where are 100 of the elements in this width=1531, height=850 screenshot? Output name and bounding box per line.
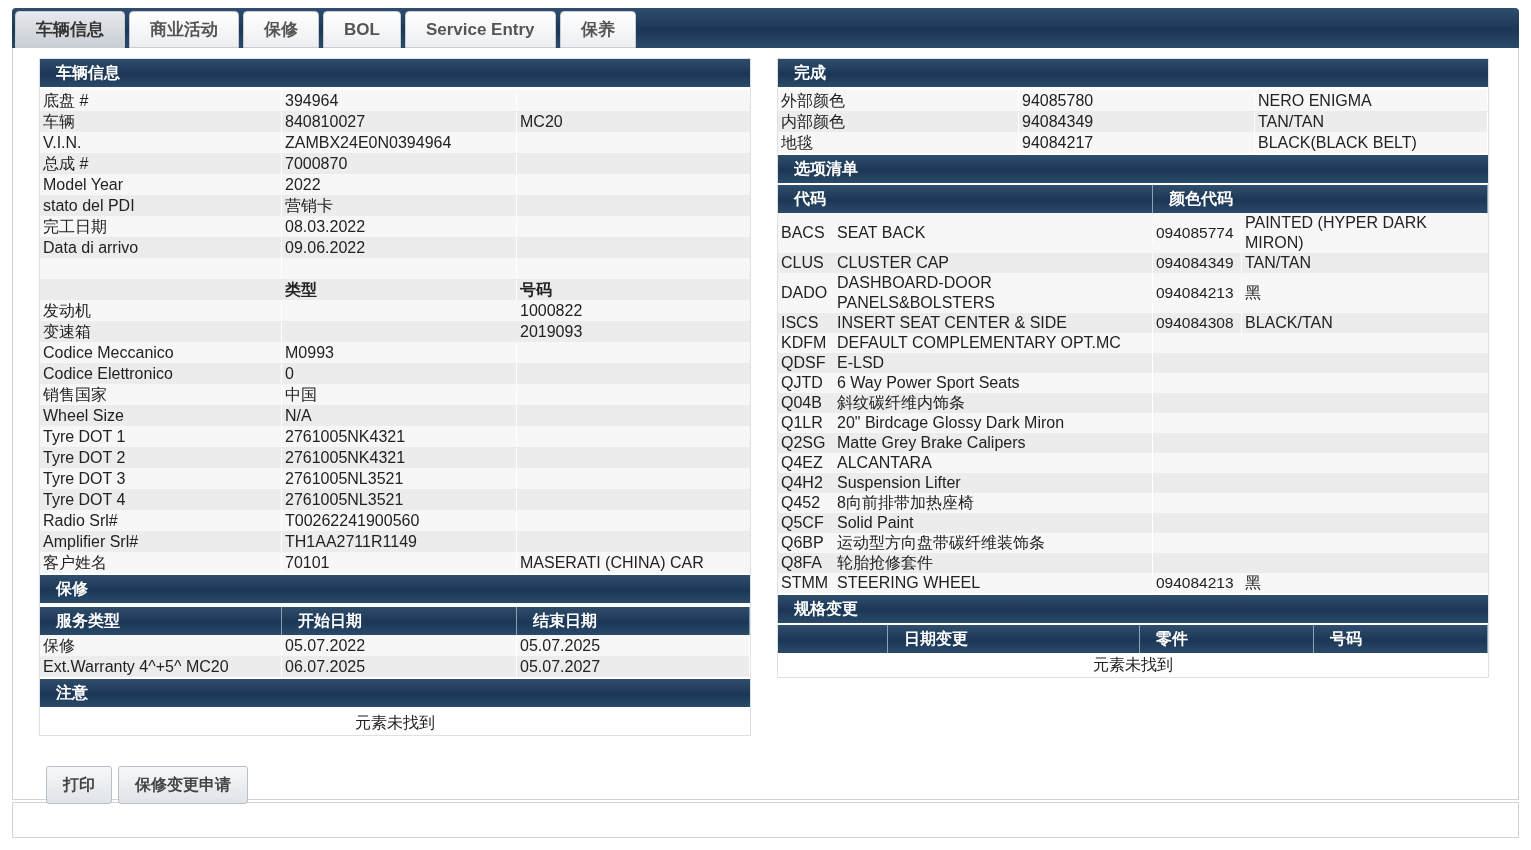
table-cell-text: Q6BP <box>780 533 825 553</box>
table-cell: 06.07.2025 <box>282 656 517 677</box>
table-cell: 销售国家 <box>40 384 282 405</box>
table-cell: 变速箱 <box>40 321 282 342</box>
table-cell: 94084217 <box>1019 132 1255 153</box>
table-cell: 0 <box>282 363 517 384</box>
table-cell-text: MC20 <box>519 111 564 132</box>
column-header: 日期变更 <box>888 625 1140 653</box>
table-cell-text: TAN/TAN <box>1244 253 1313 273</box>
table-cell: Codice Meccanico <box>40 342 282 363</box>
table-cell: Amplifier Srl# <box>40 531 282 552</box>
table-cell: 2761005NL3521 <box>282 489 517 510</box>
table-cell: 05.07.2027 <box>517 656 750 677</box>
table-cell-text: 2019093 <box>519 321 584 342</box>
table-cell: 车辆 <box>40 111 282 132</box>
table-cell: 外部颜色 <box>778 90 1019 111</box>
column-header: 零件 <box>1140 625 1314 653</box>
table-cell: 09.06.2022 <box>282 237 517 258</box>
table-cell-text: Q04B <box>780 393 823 413</box>
table-cell-text: BACS <box>780 223 826 243</box>
table-cell-text: 黑 <box>1244 573 1262 593</box>
table-cell: TH1AA2711R1149 <box>282 531 517 552</box>
table-cell: 094084213 <box>1153 573 1242 593</box>
table-cell-text: Q4H2 <box>780 473 824 493</box>
tab[interactable]: 车辆信息 <box>15 11 125 48</box>
table-cell: 营销卡 <box>282 195 517 216</box>
table-cell: Ext.Warranty 4^+5^ MC20 <box>40 656 282 677</box>
table-cell: 底盘 # <box>40 90 282 111</box>
tab[interactable]: BOL <box>323 11 401 48</box>
table-cell-text: PAINTED (HYPER DARK MIRON) <box>1244 213 1428 253</box>
table-cell-text: BLACK/TAN <box>1244 313 1334 333</box>
empty-message: 元素未找到 <box>1092 655 1174 675</box>
table-cell-text: 1000822 <box>519 300 584 321</box>
table-cell: Tyre DOT 2 <box>40 447 282 468</box>
table-cell: Model Year <box>40 174 282 195</box>
table-cell: 2761005NK4321 <box>282 426 517 447</box>
table-cell: ZAMBX24E0N0394964 <box>282 132 517 153</box>
section-header: 选项清单 <box>778 155 1488 183</box>
table-cell-text: Q452 <box>780 493 822 513</box>
table-cell: 70101 <box>282 552 517 573</box>
table-cell: 394964 <box>282 90 517 111</box>
section-header: 车辆信息 <box>40 59 750 87</box>
table-cell: 05.07.2025 <box>517 635 750 656</box>
table-cell: 94084349 <box>1019 111 1255 132</box>
table-cell: 2761005NL3521 <box>282 468 517 489</box>
column-header: 号码 <box>1314 625 1488 653</box>
table-cell-text: Q5CF <box>780 513 825 533</box>
section-header: 保修 <box>40 575 750 603</box>
tab[interactable]: 商业活动 <box>129 11 239 48</box>
table-cell: 08.03.2022 <box>282 216 517 237</box>
tab[interactable]: 保养 <box>559 11 636 48</box>
table-cell: 中国 <box>282 384 517 405</box>
table-cell: Tyre DOT 1 <box>40 426 282 447</box>
table-cell: T00262241900560 <box>282 510 517 531</box>
action-button[interactable]: 保修变更申请 <box>118 766 248 804</box>
tab[interactable]: 保修 <box>243 11 319 48</box>
table-cell: TAN/TAN <box>1255 111 1488 132</box>
table-cell: Tyre DOT 3 <box>40 468 282 489</box>
column-header: 服务类型 <box>40 607 282 635</box>
table-cell: 7000870 <box>282 153 517 174</box>
table-cell-text: CLUS <box>780 253 825 273</box>
table-cell: 地毯 <box>778 132 1019 153</box>
table-cell: 完工日期 <box>40 216 282 237</box>
table-cell: 2761005NK4321 <box>282 447 517 468</box>
table-cell-text: KDFM <box>780 333 828 353</box>
table-cell: Data di arrivo <box>40 237 282 258</box>
table-cell-text: QJTD <box>780 373 824 393</box>
table-cell-text: Q2SG <box>780 433 827 453</box>
action-button[interactable]: 打印 <box>46 766 112 804</box>
table-cell: 094085774 <box>1153 223 1242 243</box>
table-cell: stato del PDI <box>40 195 282 216</box>
table-cell: Codice Elettronico <box>40 363 282 384</box>
table-cell-text: 黑 <box>1244 283 1262 303</box>
table-cell-text: ISCS <box>780 313 820 333</box>
table-cell-text: Q4EZ <box>780 453 824 473</box>
column-header: 开始日期 <box>282 607 517 635</box>
table-cell: STEERING WHEEL <box>834 573 1153 593</box>
tab[interactable]: Service Entry <box>404 11 556 48</box>
column-header: 颜色代码 <box>1153 185 1488 213</box>
table-cell: Tyre DOT 4 <box>40 489 282 510</box>
table-cell: 总成 # <box>40 153 282 174</box>
table-cell: 客户姓名 <box>40 552 282 573</box>
table-cell: Wheel Size <box>40 405 282 426</box>
table-cell: Radio Srl# <box>40 510 282 531</box>
section-header: 规格变更 <box>778 595 1488 623</box>
table-cell: NERO ENIGMA <box>1255 90 1488 111</box>
table-cell-text: DADO <box>780 283 829 303</box>
table-cell-text: QDSF <box>780 353 827 373</box>
empty-message: 元素未找到 <box>354 713 436 733</box>
table-cell-text: MASERATI (CHINA) CAR <box>519 552 705 573</box>
table-cell-text: STMM <box>780 573 830 593</box>
table-cell: N/A <box>282 405 517 426</box>
table-cell: 094084213 <box>1153 283 1242 303</box>
table-cell-text: Q1LR <box>780 413 824 433</box>
column-header: 代码 <box>778 185 1153 213</box>
table-cell: 类型 <box>282 279 517 300</box>
table-cell: 保修 <box>40 635 282 656</box>
column-header: 结束日期 <box>517 607 750 635</box>
table-cell: 内部颜色 <box>778 111 1019 132</box>
table-cell: 05.07.2022 <box>282 635 517 656</box>
